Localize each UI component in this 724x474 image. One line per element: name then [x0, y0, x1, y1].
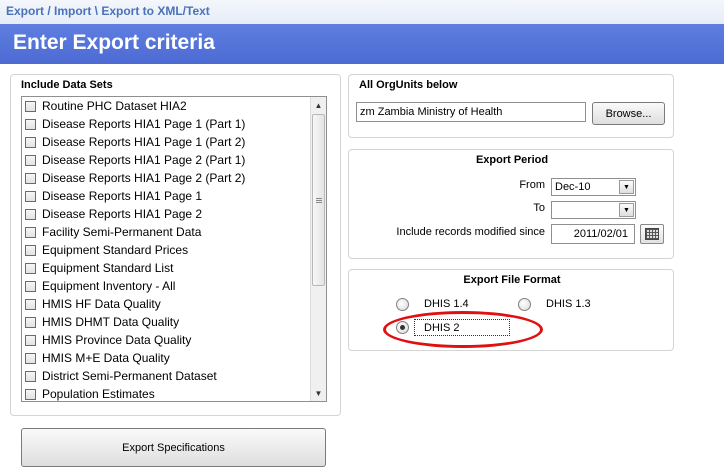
scrollbar[interactable]: ▲ ▼: [310, 97, 326, 401]
list-item[interactable]: Disease Reports HIA1 Page 2: [22, 205, 310, 223]
datasets-panel: Include Data Sets Routine PHC Dataset HI…: [10, 74, 341, 416]
orgunit-panel: All OrgUnits below zm Zambia Ministry of…: [348, 74, 674, 138]
orgunit-title: All OrgUnits below: [359, 79, 458, 91]
list-item[interactable]: HMIS HF Data Quality: [22, 295, 310, 313]
export-specifications-button[interactable]: Export Specifications: [21, 428, 326, 467]
scroll-thumb[interactable]: [312, 114, 325, 286]
orgunit-field[interactable]: zm Zambia Ministry of Health: [356, 102, 586, 122]
checkbox[interactable]: [25, 280, 36, 292]
list-item[interactable]: District Semi-Permanent Dataset: [22, 367, 310, 385]
radio-dhis-1-4[interactable]: [396, 298, 409, 311]
list-item-label: Population Estimates: [42, 387, 155, 401]
checkbox[interactable]: [25, 262, 36, 274]
list-item-label: Disease Reports HIA1 Page 1 (Part 1): [42, 117, 246, 131]
datasets-title: Include Data Sets: [21, 79, 113, 91]
highlight-ellipse: [383, 311, 543, 348]
list-item-label: Facility Semi-Permanent Data: [42, 225, 202, 239]
list-item[interactable]: HMIS Province Data Quality: [22, 331, 310, 349]
export-period-panel: Export Period From Dec-10 ▼ To ▼ Include…: [348, 149, 674, 259]
list-item-label: Routine PHC Dataset HIA2: [42, 99, 187, 113]
list-item-label: Equipment Inventory - All: [42, 279, 176, 293]
checkbox[interactable]: [25, 334, 36, 346]
scroll-down-arrow-icon[interactable]: ▼: [311, 385, 326, 401]
list-item-label: HMIS HF Data Quality: [42, 297, 161, 311]
list-item-label: HMIS Province Data Quality: [42, 333, 192, 347]
to-select[interactable]: ▼: [551, 201, 636, 219]
from-label: From: [519, 179, 545, 191]
list-item[interactable]: Population Estimates: [22, 385, 310, 401]
radio-label-dhis-1-3[interactable]: DHIS 1.3: [546, 298, 591, 310]
grip-icon: [315, 197, 322, 203]
list-item[interactable]: Equipment Standard Prices: [22, 241, 310, 259]
list-item[interactable]: HMIS M+E Data Quality: [22, 349, 310, 367]
checkbox[interactable]: [25, 208, 36, 220]
checkbox[interactable]: [25, 298, 36, 310]
list-item-label: Disease Reports HIA1 Page 1 (Part 2): [42, 135, 246, 149]
checkbox[interactable]: [25, 190, 36, 202]
list-item[interactable]: Disease Reports HIA1 Page 1: [22, 187, 310, 205]
list-item[interactable]: Equipment Standard List: [22, 259, 310, 277]
browse-button[interactable]: Browse...: [592, 102, 665, 125]
list-item[interactable]: Disease Reports HIA1 Page 1 (Part 2): [22, 133, 310, 151]
list-item[interactable]: Disease Reports HIA1 Page 1 (Part 1): [22, 115, 310, 133]
list-item-label: HMIS M+E Data Quality: [42, 351, 170, 365]
checkbox[interactable]: [25, 244, 36, 256]
checkbox[interactable]: [25, 100, 36, 112]
list-item-label: HMIS DHMT Data Quality: [42, 315, 180, 329]
list-item-label: District Semi-Permanent Dataset: [42, 369, 217, 383]
list-item[interactable]: Disease Reports HIA1 Page 2 (Part 1): [22, 151, 310, 169]
list-item-label: Disease Reports HIA1 Page 2: [42, 207, 203, 221]
checkbox[interactable]: [25, 352, 36, 364]
list-item-label: Disease Reports HIA1 Page 2 (Part 1): [42, 153, 246, 167]
list-item-label: Equipment Standard Prices: [42, 243, 189, 257]
scroll-up-arrow-icon[interactable]: ▲: [311, 97, 326, 113]
radio-label-dhis-1-4[interactable]: DHIS 1.4: [424, 298, 469, 310]
from-select[interactable]: Dec-10 ▼: [551, 178, 636, 196]
list-item-label: Equipment Standard List: [42, 261, 174, 275]
list-item-label: Disease Reports HIA1 Page 1: [42, 189, 203, 203]
checkbox[interactable]: [25, 388, 36, 400]
breadcrumb: Export / Import \ Export to XML/Text: [0, 0, 724, 24]
checkbox[interactable]: [25, 154, 36, 166]
modified-since-label: Include records modified since: [396, 226, 545, 238]
radio-dhis-1-3[interactable]: [518, 298, 531, 311]
from-select-value: Dec-10: [555, 181, 591, 193]
checkbox[interactable]: [25, 316, 36, 328]
checkbox[interactable]: [25, 172, 36, 184]
calendar-button[interactable]: [640, 224, 664, 244]
list-item[interactable]: Equipment Inventory - All: [22, 277, 310, 295]
checkbox[interactable]: [25, 118, 36, 130]
export-format-title: Export File Format: [463, 274, 561, 286]
export-period-title: Export Period: [475, 154, 549, 166]
list-item[interactable]: Disease Reports HIA1 Page 2 (Part 2): [22, 169, 310, 187]
page-title: Enter Export criteria: [13, 31, 215, 54]
list-item[interactable]: HMIS DHMT Data Quality: [22, 313, 310, 331]
chevron-down-icon[interactable]: ▼: [619, 180, 634, 194]
modified-since-field[interactable]: 2011/02/01: [551, 224, 635, 244]
list-item[interactable]: Facility Semi-Permanent Data: [22, 223, 310, 241]
datasets-list[interactable]: Routine PHC Dataset HIA2 Disease Reports…: [21, 96, 327, 402]
calendar-icon: [645, 228, 659, 240]
list-item-label: Disease Reports HIA1 Page 2 (Part 2): [42, 171, 246, 185]
checkbox[interactable]: [25, 370, 36, 382]
list-item[interactable]: Routine PHC Dataset HIA2: [22, 97, 310, 115]
to-label: To: [533, 202, 545, 214]
page-header: Enter Export criteria: [0, 24, 724, 64]
checkbox[interactable]: [25, 136, 36, 148]
checkbox[interactable]: [25, 226, 36, 238]
chevron-down-icon[interactable]: ▼: [619, 203, 634, 217]
